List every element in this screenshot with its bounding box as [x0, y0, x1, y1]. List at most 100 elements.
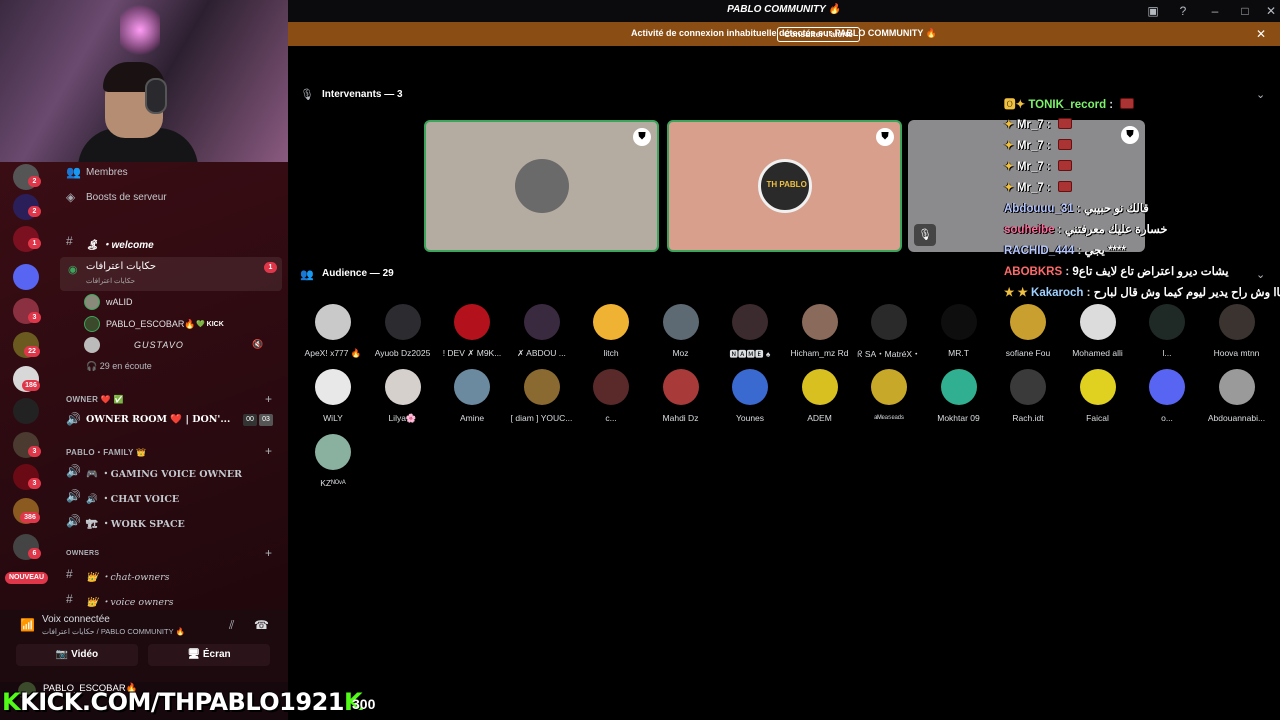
audience-member[interactable]: Faical	[1063, 369, 1133, 431]
avatar	[801, 304, 838, 340]
category-owner[interactable]: OWNER ❤️ ✅	[66, 395, 124, 404]
voice-user[interactable]: wALID	[84, 293, 264, 311]
disconnect-icon[interactable]: ☎	[254, 618, 269, 632]
avatar	[662, 304, 699, 340]
audience-member[interactable]: o...	[1132, 369, 1202, 431]
moderator-icon: ⛊	[633, 128, 651, 146]
noise-suppression-icon[interactable]: ⫽	[229, 618, 234, 633]
audience-member[interactable]: Mokhtar 09	[924, 369, 994, 431]
audience-name: MR.T	[948, 348, 969, 358]
channel-gaming-voice[interactable]: 🔊 🎮 ・GAMING VOICE OWNER	[60, 461, 280, 483]
avatar	[523, 369, 560, 405]
audience-name: 🅽🅰🅼🅴 ♠	[729, 349, 771, 359]
close-icon[interactable]: ✕	[1262, 3, 1280, 19]
channel-chat-owners[interactable]: # 👑 ・chat-owners	[60, 564, 280, 586]
audience-member[interactable]: ADEM	[785, 369, 855, 431]
audience-member[interactable]: Moz	[646, 304, 716, 366]
channel-voice-owners[interactable]: # 👑 ・voice owners	[60, 589, 280, 611]
audience-member[interactable]: Ayuob Dz2025	[368, 304, 438, 366]
speaker-tile[interactable]: ⛊ 🎙	[908, 120, 1145, 252]
video-button[interactable]: 📷 Vidéo	[16, 644, 138, 666]
avatar	[940, 304, 977, 340]
audience-member[interactable]: litch	[576, 304, 646, 366]
avatar	[384, 304, 421, 340]
text-channel-icon: #	[66, 592, 73, 606]
category-owners[interactable]: OWNERS	[66, 550, 99, 557]
server-badge: 3	[28, 478, 41, 489]
chevron-down-icon[interactable]: ⌄	[1256, 88, 1265, 101]
avatar	[1010, 369, 1046, 405]
maximize-icon[interactable]: □	[1236, 3, 1254, 19]
speaker-avatar	[514, 159, 569, 213]
audience-member[interactable]: Mahdi Dz	[646, 369, 716, 431]
avatar	[1149, 369, 1185, 405]
text-channel-icon: #	[66, 234, 73, 248]
audience-member[interactable]: MR.T	[924, 304, 994, 366]
voice-user[interactable]: GUSTAVO 🔇	[84, 336, 284, 354]
audience-member[interactable]: KZᴺᴼᵛᴬ	[298, 434, 368, 496]
video-icon: 📷	[55, 649, 72, 660]
audience-member[interactable]: Hicham_mz Rd	[785, 304, 855, 366]
screen-share-button[interactable]: 🖥 Écran	[148, 644, 270, 666]
audience-member[interactable]: 🅽🅰🅼🅴 ♠	[715, 304, 785, 366]
add-channel-icon[interactable]: +	[265, 546, 272, 560]
close-alert-icon[interactable]: ✕	[1256, 27, 1266, 41]
voice-user[interactable]: PABLO_ESCOBAR🔥 💚 KICK	[84, 315, 274, 333]
audience-member[interactable]: ✗ ABDOU ...	[507, 304, 577, 366]
chevron-down-icon[interactable]: ⌄	[1256, 268, 1265, 281]
audience-name: Younes	[735, 413, 765, 423]
discord-server-icon[interactable]	[13, 264, 39, 290]
audience-member[interactable]: c...	[576, 369, 646, 431]
view-alert-button[interactable]: Consulter l'alerte	[777, 27, 860, 42]
audience-member[interactable]: [ diam ] YOUC...	[507, 369, 577, 431]
active-voice-channel[interactable]: ◉ حكايات اعترافات حكايات اعترافات 1	[60, 257, 282, 291]
add-channel-icon[interactable]: +	[265, 392, 272, 406]
server-badge: 6	[28, 548, 41, 559]
audience-name: l...	[1162, 348, 1172, 358]
avatar	[315, 304, 351, 340]
server-badge: 3	[28, 446, 41, 457]
sidebar-item-members[interactable]: 👥 Membres	[60, 162, 280, 184]
audience-member[interactable]: Younes	[715, 369, 785, 431]
avatar	[1149, 304, 1185, 340]
channel-welcome[interactable]: # 🏝 ・welcome	[60, 231, 280, 253]
audience-member[interactable]: Amine	[437, 369, 507, 431]
audience-member[interactable]: sofiane Fou	[993, 304, 1063, 366]
server-icon[interactable]	[13, 398, 39, 424]
audience-member[interactable]: ! DEV ✗ M9K...	[437, 304, 507, 366]
avatar	[732, 369, 768, 405]
avatar	[940, 369, 977, 405]
avatar	[84, 337, 100, 353]
minimize-icon[interactable]: –	[1206, 3, 1224, 19]
sidebar-item-boosts[interactable]: ◈ Boosts de serveur	[60, 187, 280, 209]
audience-member[interactable]: ᵃᴹᵉᵃ⁵ᵉᵃᵈˢ	[854, 369, 924, 431]
audience-name: ADEM	[807, 413, 832, 423]
avatar	[593, 369, 629, 405]
audience-member[interactable]: Abdouannabi...	[1202, 369, 1272, 431]
help-icon[interactable]: ?	[1174, 3, 1192, 19]
audience-name: [ diam ] YOUC...	[510, 413, 573, 423]
server-badge: 2	[28, 206, 41, 217]
channel-chat-voice[interactable]: 🔊 🔊 ・CHAT VOICE	[60, 486, 280, 508]
inbox-icon[interactable]: ▣	[1144, 3, 1162, 19]
user-count: 00	[243, 414, 257, 426]
audience-member[interactable]: WiLY	[298, 369, 368, 431]
audience-member[interactable]: ApeX! x777 🔥	[298, 304, 368, 366]
speaker-tile[interactable]: ⛊	[424, 120, 659, 252]
audience-member[interactable]: Hoova mtnn	[1202, 304, 1272, 366]
category-pablo-family[interactable]: PABLO・FAMILY 👑	[66, 447, 146, 458]
audience-member[interactable]: ᖇ SA・MatréX・	[854, 304, 924, 366]
audience-member[interactable]: Rach.idt	[993, 369, 1063, 431]
avatar	[84, 294, 100, 310]
moderator-icon: ⛊	[876, 128, 894, 146]
audience-member[interactable]: Lilya🌸	[368, 369, 438, 431]
voice-location[interactable]: حكايات اعترافات / PABLO COMMUNITY 🔥	[42, 627, 185, 636]
avatar	[84, 316, 100, 332]
add-channel-icon[interactable]: +	[265, 444, 272, 458]
avatar	[593, 304, 629, 340]
audience-member[interactable]: l...	[1132, 304, 1202, 366]
avatar	[662, 369, 699, 405]
channel-work-space[interactable]: 🔊 🏗 ・WORK SPACE	[60, 511, 280, 533]
audience-member[interactable]: Mohamed alli	[1063, 304, 1133, 366]
speaker-tile[interactable]: TH PABLO ⛊	[667, 120, 902, 252]
